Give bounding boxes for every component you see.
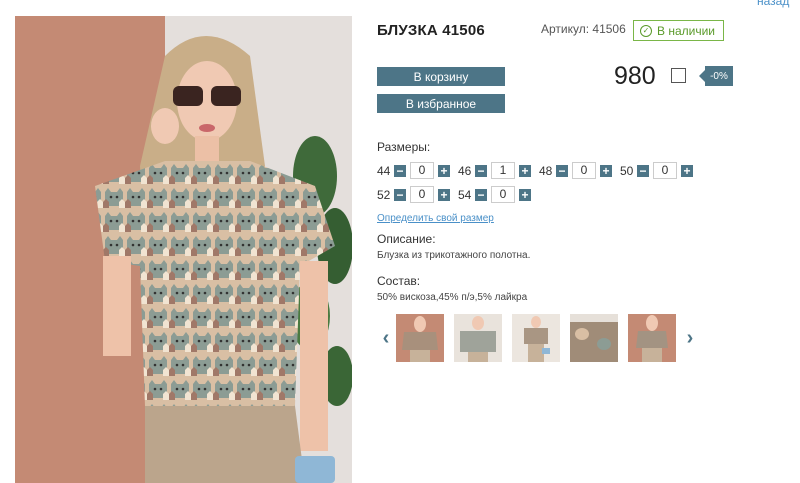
increment-button[interactable]: + <box>600 164 612 177</box>
size-item-44: 44 − 0 + <box>377 162 450 179</box>
size-label: 52 <box>377 187 391 202</box>
quantity-input[interactable]: 1 <box>491 162 515 179</box>
increment-button[interactable]: + <box>519 188 531 201</box>
size-item-54: 54 − 0 + <box>458 186 531 203</box>
decrement-button[interactable]: − <box>637 164 649 177</box>
size-item-52: 52 − 0 + <box>377 186 450 203</box>
size-label: 50 <box>620 163 634 178</box>
chevron-left-icon[interactable]: ‹ <box>380 327 392 349</box>
increment-button[interactable]: + <box>681 164 693 177</box>
decrement-button[interactable]: − <box>475 164 487 177</box>
size-item-50: 50 − 0 + <box>620 162 693 179</box>
quantity-input[interactable]: 0 <box>653 162 677 179</box>
stock-badge: ✓ В наличии <box>633 20 725 41</box>
back-link[interactable]: назад <box>757 0 789 8</box>
increment-button[interactable]: + <box>438 188 450 201</box>
description-text: Блузка из трикотажного полотна. <box>377 250 531 261</box>
product-title: БЛУЗКА 41506 <box>377 22 485 39</box>
product-page: назад БЛУЗКА 41506 Артикул: 41506 ✓ В на… <box>0 0 800 483</box>
quantity-input[interactable]: 0 <box>410 162 434 179</box>
thumbnail-image[interactable] <box>454 314 502 362</box>
quantity-input[interactable]: 0 <box>491 186 515 203</box>
size-label: 48 <box>539 163 553 178</box>
size-row-1: 44 − 0 + 46 − 1 + 48 − 0 + 50 − 0 + <box>377 162 701 179</box>
add-to-cart-button[interactable]: В корзину <box>377 67 505 86</box>
quantity-input[interactable]: 0 <box>410 186 434 203</box>
composition-text: 50% вискоза,45% п/э,5% лайкра <box>377 292 528 303</box>
thumbnail-image[interactable] <box>512 314 560 362</box>
check-icon: ✓ <box>640 24 652 37</box>
size-label: 54 <box>458 187 472 202</box>
decrement-button[interactable]: − <box>556 164 568 177</box>
composition-label: Состав: <box>377 274 421 288</box>
thumbnail-image[interactable] <box>628 314 676 362</box>
size-row-2: 52 − 0 + 54 − 0 + <box>377 186 539 203</box>
size-item-46: 46 − 1 + <box>458 162 531 179</box>
description-label: Описание: <box>377 232 436 246</box>
thumbnail-image[interactable] <box>396 314 444 362</box>
size-label: 44 <box>377 163 391 178</box>
product-price: 980 <box>614 62 656 90</box>
discount-badge: -0% <box>699 66 733 86</box>
add-to-favorites-button[interactable]: В избранное <box>377 94 505 113</box>
increment-button[interactable]: + <box>438 164 450 177</box>
decrement-button[interactable]: − <box>475 188 487 201</box>
thumbnail-image[interactable] <box>570 314 618 362</box>
size-guide-link[interactable]: Определить свой размер <box>377 213 494 224</box>
size-item-48: 48 − 0 + <box>539 162 612 179</box>
size-label: 46 <box>458 163 472 178</box>
decrement-button[interactable]: − <box>394 164 406 177</box>
decrement-button[interactable]: − <box>394 188 406 201</box>
product-sku: Артикул: 41506 <box>541 22 626 36</box>
product-main-image[interactable] <box>15 16 352 483</box>
price-checkbox[interactable] <box>671 68 686 83</box>
stock-label: В наличии <box>657 23 716 38</box>
quantity-input[interactable]: 0 <box>572 162 596 179</box>
thumbnail-carousel: ‹ › <box>380 314 696 362</box>
increment-button[interactable]: + <box>519 164 531 177</box>
chevron-right-icon[interactable]: › <box>684 327 696 349</box>
product-photo-illustration <box>15 16 352 483</box>
sizes-label: Размеры: <box>377 140 431 154</box>
